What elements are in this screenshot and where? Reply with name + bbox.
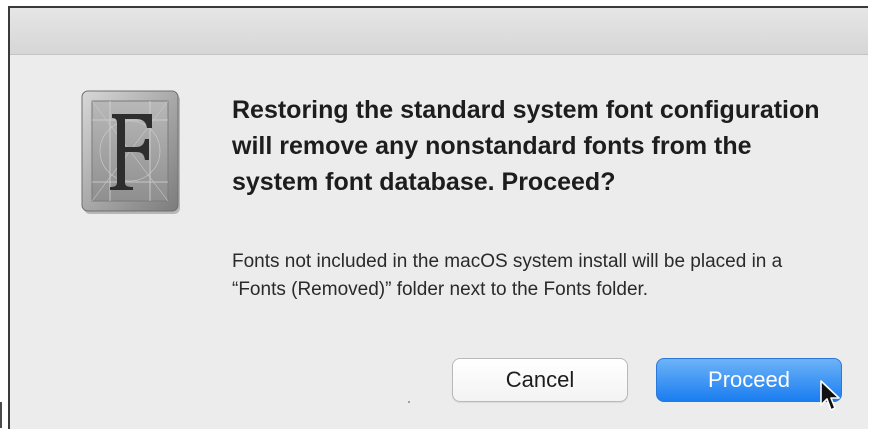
window-edge-fragment bbox=[0, 402, 2, 428]
dialog-titlebar bbox=[10, 8, 868, 55]
proceed-button[interactable]: Proceed bbox=[656, 358, 842, 402]
screen: Restoring the standard system font confi… bbox=[0, 0, 870, 429]
screen-speck bbox=[408, 401, 410, 403]
cancel-button[interactable]: Cancel bbox=[452, 358, 628, 402]
dialog-headline: Restoring the standard system font confi… bbox=[232, 96, 820, 196]
font-book-icon bbox=[80, 90, 184, 218]
dialog-message: Fonts not included in the macOS system i… bbox=[232, 251, 783, 300]
mouse-pointer-icon bbox=[820, 380, 842, 414]
alert-dialog: Restoring the standard system font confi… bbox=[8, 6, 868, 429]
